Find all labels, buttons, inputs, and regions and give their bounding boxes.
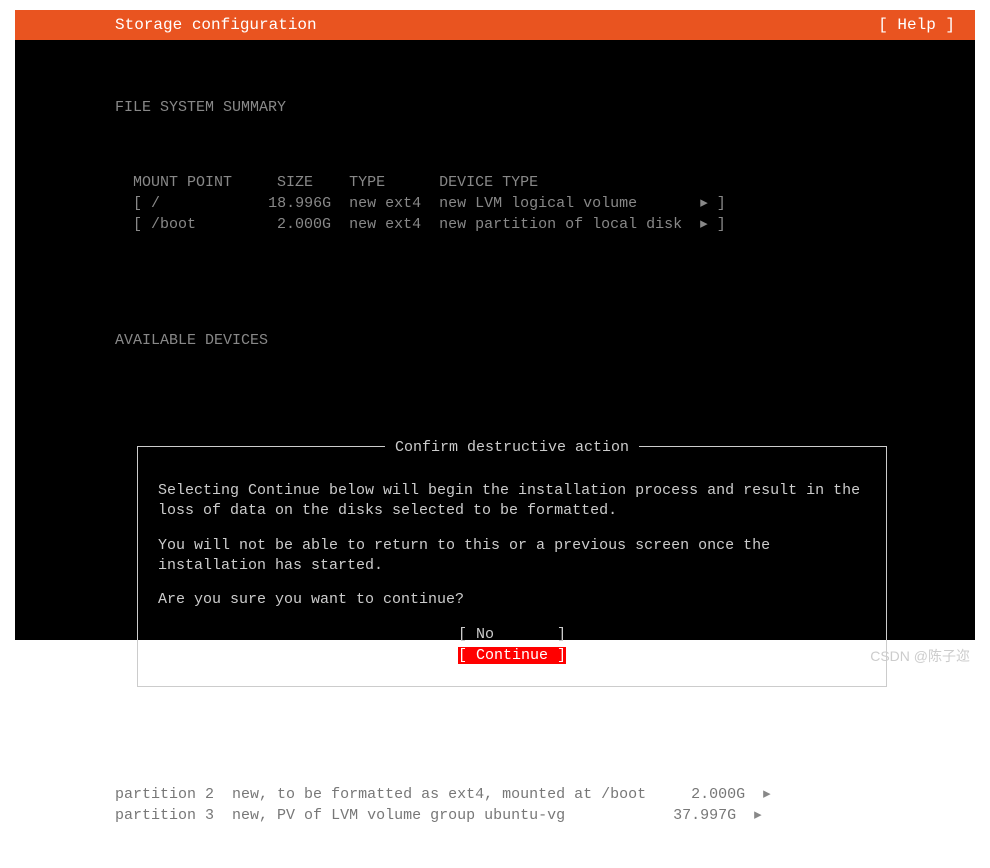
no-label: No: [476, 626, 494, 643]
device-type: new LVM logical volume: [439, 195, 637, 212]
continue-button[interactable]: [ Continue ]: [458, 647, 566, 664]
col-size: SIZE: [277, 174, 313, 191]
partition-list: partition 2 new, to be formatted as ext4…: [115, 784, 875, 826]
dialog-text-2: You will not be able to return to this o…: [158, 536, 866, 577]
mount-point: /: [151, 195, 160, 212]
type: new ext4: [349, 216, 421, 233]
available-devices-title: AVAILABLE DEVICES: [115, 330, 875, 351]
chevron-right-icon: ▸: [700, 195, 708, 212]
filesystem-summary-title: FILE SYSTEM SUMMARY: [115, 97, 875, 118]
partition-row[interactable]: partition 2 new, to be formatted as ext4…: [115, 786, 771, 803]
dialog-text-3: Are you sure you want to continue?: [158, 590, 866, 610]
fs-header: MOUNT POINT SIZE TYPE DEVICE TYPE: [133, 174, 538, 191]
terminal-window: Storage configuration [ Help ] FILE SYST…: [15, 10, 975, 640]
col-devtype: DEVICE TYPE: [439, 174, 538, 191]
fs-row[interactable]: [ / 18.996G new ext4 new LVM logical vol…: [133, 195, 726, 212]
chevron-right-icon: ▸: [754, 807, 762, 824]
partition-name: partition 2: [115, 786, 214, 803]
partition-size: 37.997G: [673, 807, 736, 824]
filesystem-table: MOUNT POINT SIZE TYPE DEVICE TYPE [ / 18…: [133, 172, 875, 235]
body-content: FILE SYSTEM SUMMARY MOUNT POINT SIZE TYP…: [15, 40, 975, 868]
type: new ext4: [349, 195, 421, 212]
partition-size: 2.000G: [691, 786, 745, 803]
mount-point: /boot: [151, 216, 196, 233]
col-type: TYPE: [349, 174, 385, 191]
help-button[interactable]: [ Help ]: [878, 16, 955, 34]
partition-desc: new, to be formatted as ext4, mounted at…: [232, 786, 646, 803]
chevron-right-icon: ▸: [700, 216, 708, 233]
dialog-title: Confirm destructive action: [385, 437, 639, 458]
size: 2.000G: [277, 216, 331, 233]
dialog-buttons: [ No ] [ Continue ]: [158, 624, 866, 666]
chevron-right-icon: ▸: [763, 786, 771, 803]
partition-name: partition 3: [115, 807, 214, 824]
confirm-dialog: Confirm destructive action Selecting Con…: [137, 446, 887, 687]
fs-row[interactable]: [ /boot 2.000G new ext4 new partition of…: [133, 216, 726, 233]
col-mount: MOUNT POINT: [133, 174, 232, 191]
page-title: Storage configuration: [115, 16, 317, 34]
size: 18.996G: [268, 195, 331, 212]
watermark: CSDN @陈子迩: [870, 646, 970, 666]
header-bar: Storage configuration [ Help ]: [15, 10, 975, 40]
continue-label: Continue: [476, 647, 548, 664]
dialog-text-1: Selecting Continue below will begin the …: [158, 481, 866, 522]
no-button[interactable]: [ No ]: [458, 626, 566, 643]
device-type: new partition of local disk: [439, 216, 682, 233]
partition-desc: new, PV of LVM volume group ubuntu-vg: [232, 807, 565, 824]
partition-row[interactable]: partition 3 new, PV of LVM volume group …: [115, 807, 762, 824]
